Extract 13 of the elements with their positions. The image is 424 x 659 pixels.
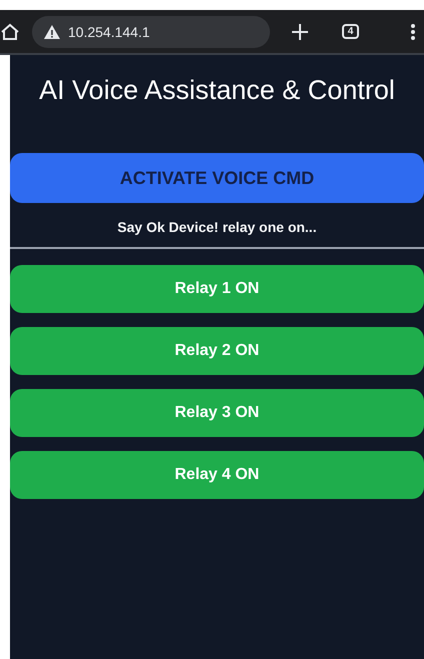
hint-text: Say Ok Device! relay one on...: [116, 219, 318, 235]
home-icon[interactable]: [0, 22, 20, 42]
warning-icon[interactable]: [44, 24, 60, 38]
address-bar[interactable]: 10.254.144.1: [32, 16, 270, 48]
relay-button[interactable]: Relay 2 ON: [10, 327, 424, 375]
relay-button[interactable]: Relay 4 ON: [10, 451, 424, 499]
relay-button[interactable]: Relay 3 ON: [10, 389, 424, 437]
relay-button[interactable]: Relay 1 ON: [10, 265, 424, 313]
page-title: AI Voice Assistance & Control: [38, 74, 396, 107]
tab-count-button[interactable]: 4: [342, 24, 359, 39]
menu-icon[interactable]: [410, 22, 416, 40]
new-tab-icon[interactable]: [290, 22, 310, 42]
activate-voice-button[interactable]: ACTIVATE VOICE CMD: [10, 153, 424, 203]
